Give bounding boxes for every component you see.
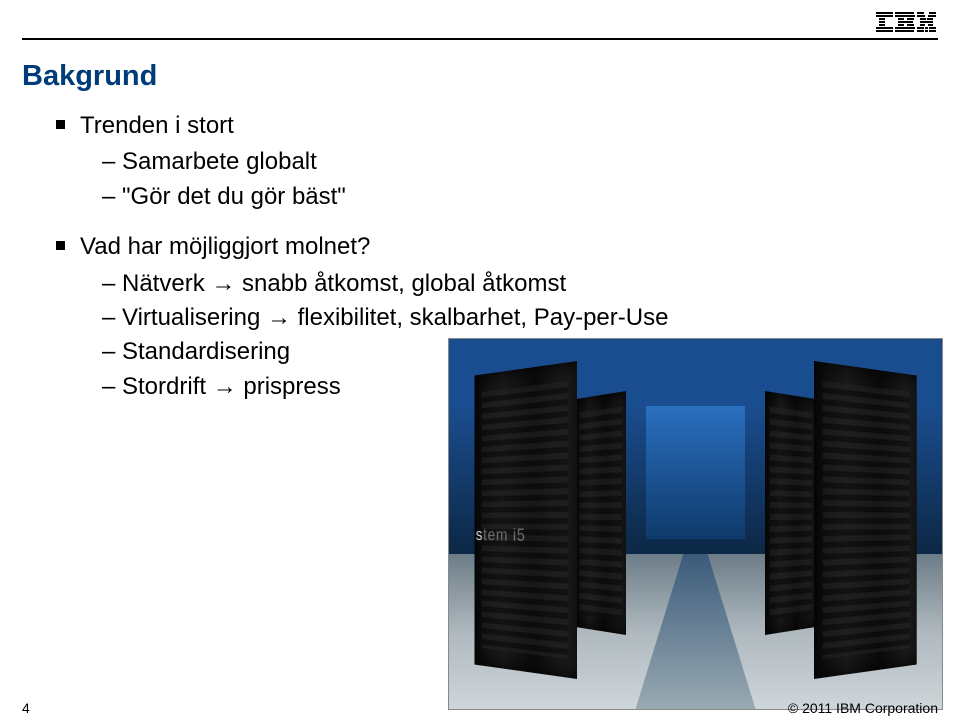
header-divider xyxy=(22,38,938,40)
ibm-logo xyxy=(876,12,936,34)
sub-item: "Gör det du gör bäst" xyxy=(102,181,876,213)
slide: Bakgrund Trenden i stort Samarbete globa… xyxy=(0,0,960,724)
bullet-heading: Vad har möjliggjort molnet? xyxy=(80,233,370,260)
sub-item: Samarbete globalt xyxy=(102,146,876,178)
sub-item: Nätverk → snabb åtkomst, global åtkomst xyxy=(102,268,876,300)
datacenter-image: stem i5 xyxy=(448,338,943,710)
page-title: Bakgrund xyxy=(22,60,157,93)
copyright: © 2011 IBM Corporation xyxy=(788,700,938,716)
bullet-heading: Trenden i stort xyxy=(80,112,234,139)
rack-label: stem i5 xyxy=(476,526,526,546)
bullet-group-0: Trenden i stort Samarbete globalt "Gör d… xyxy=(56,110,876,213)
sub-item: Virtualisering → flexibilitet, skalbarhe… xyxy=(102,302,876,334)
page-number: 4 xyxy=(22,700,30,716)
